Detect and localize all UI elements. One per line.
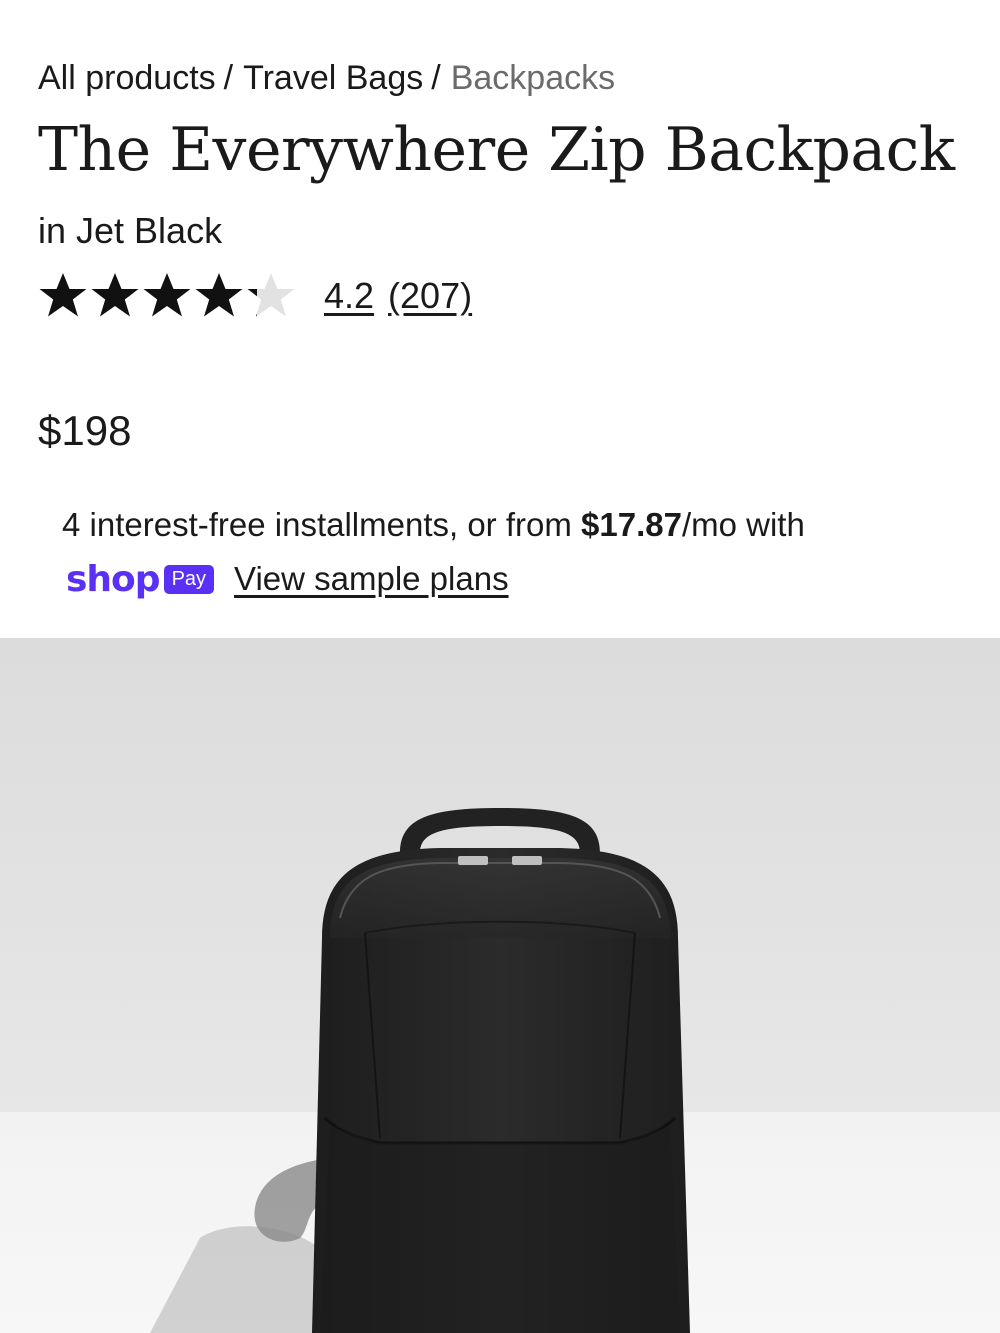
shop-pay-logo: shop — [66, 558, 161, 600]
product-image[interactable] — [0, 638, 1000, 1333]
shop-pay-badge: Pay — [163, 564, 215, 594]
rating-value-link[interactable]: 4.2 — [324, 275, 374, 317]
breadcrumb-travel-bags[interactable]: Travel Bags — [243, 59, 423, 97]
product-rating: 4.2 (207) — [38, 268, 486, 324]
star-icon — [39, 273, 87, 317]
product-variant: in Jet Black — [38, 210, 223, 251]
breadcrumb-all-products[interactable]: All products — [38, 59, 216, 97]
breadcrumb-separator: / — [223, 59, 234, 97]
view-sample-plans-link[interactable]: View sample plans — [234, 560, 509, 598]
star-icon — [143, 273, 191, 317]
installments-text: 4 interest-free installments, or from $1… — [62, 503, 962, 547]
breadcrumb-backpacks: Backpacks — [450, 59, 616, 97]
breadcrumb-separator: / — [431, 59, 441, 97]
installments-suffix: /mo with — [681, 506, 805, 543]
breadcrumb: All products / Travel Bags / Backpacks — [38, 56, 615, 100]
shop-pay-row: shop Pay View sample plans — [66, 556, 509, 602]
product-title: The Everywhere Zip Backpack — [38, 115, 955, 185]
installment-amount: $17.87 — [581, 506, 682, 543]
star-icon — [91, 273, 139, 317]
product-price: $198 — [38, 407, 132, 454]
review-count-link[interactable]: (207) — [388, 275, 472, 317]
star-icon — [195, 273, 243, 317]
rating-stars[interactable] — [38, 271, 298, 321]
star-icon — [247, 273, 295, 317]
backpack-photo-icon — [0, 638, 1000, 1333]
installments-prefix: 4 interest-free installments, or from — [62, 506, 582, 543]
